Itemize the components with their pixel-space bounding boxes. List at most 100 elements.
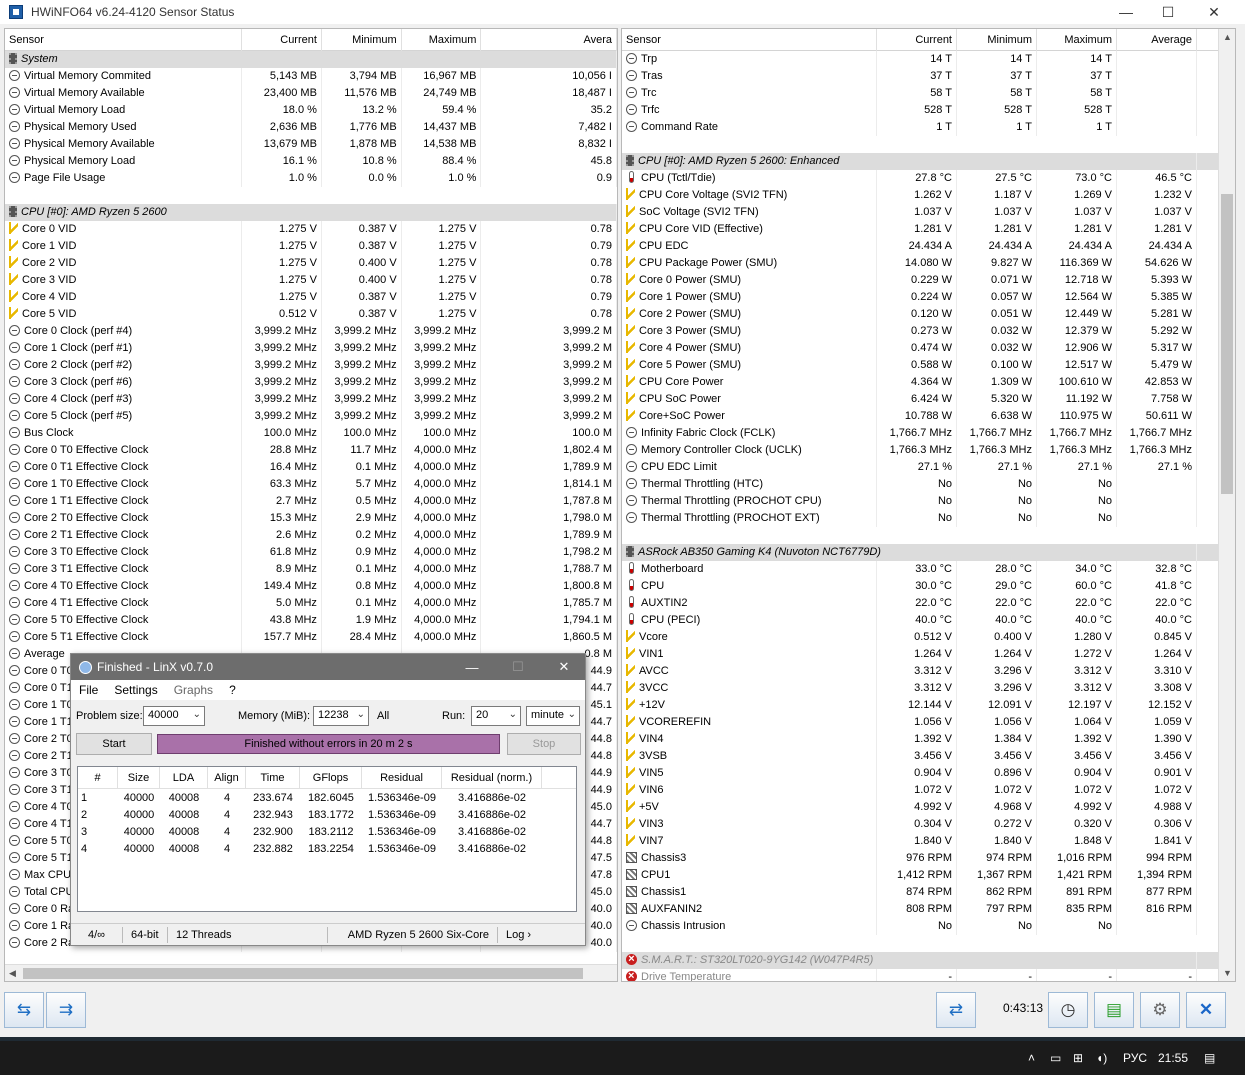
linx-close-button[interactable]: ✕ <box>541 654 587 680</box>
results-column-header[interactable]: LDA <box>160 767 208 789</box>
sensor-row[interactable]: Core 0 T1 Effective Clock 16.4 MHz 0.1 MHz… <box>5 459 617 476</box>
results-row[interactable]: 3 40000 40008 4 232.900 183.2112 1.536346e-09 3… <box>78 823 576 840</box>
close-x-icon[interactable]: ✕ <box>1186 992 1226 1028</box>
column-header-current[interactable]: Current <box>877 29 957 51</box>
sensor-row[interactable]: Core 4 Power (SMU) 0.474 W 0.032 W 12.906 W… <box>622 340 1235 357</box>
sensor-row[interactable]: Core 4 Clock (perf #3) 3,999.2 MHz 3,999.2… <box>5 391 617 408</box>
sensor-row[interactable]: CPU EDC 24.434 A 24.434 A 24.434 A 24.434 A <box>622 238 1235 255</box>
right-sensor-pane[interactable]: Sensor Current Minimum Maximum Average Trp 14… <box>621 28 1236 982</box>
sensor-row[interactable]: CPU 30.0 °C 29.0 °C 60.0 °C 41.8 °C <box>622 578 1235 595</box>
sensor-row[interactable]: Trfc 528 T 528 T 528 T <box>622 102 1235 119</box>
language-indicator[interactable]: РУС <box>1123 1051 1147 1065</box>
sensor-row[interactable]: Core 2 T0 Effective Clock 15.3 MHz 2.9 MHz… <box>5 510 617 527</box>
sensor-row[interactable]: CPU Core Power 4.364 W 1.309 W 100.610 W 42.… <box>622 374 1235 391</box>
sensor-group-header[interactable]: System <box>5 51 617 68</box>
all-checkbox[interactable]: All <box>377 710 389 722</box>
sensor-row[interactable]: VIN4 1.392 V 1.384 V 1.392 V 1.390 V <box>622 731 1235 748</box>
sensor-row[interactable]: Core 2 Power (SMU) 0.120 W 0.051 W 12.449 W… <box>622 306 1235 323</box>
sensor-row[interactable]: Bus Clock 100.0 MHz 100.0 MHz 100.0 MHz 100.… <box>5 425 617 442</box>
sensor-group-header[interactable]: CPU [#0]: AMD Ryzen 5 2600: Enhanced <box>622 153 1235 170</box>
sensor-row[interactable]: Core 1 T1 Effective Clock 2.7 MHz 0.5 MHz 4… <box>5 493 617 510</box>
run-unit-select[interactable]: minute ⌄ <box>526 706 580 726</box>
results-column-header[interactable]: Residual (norm.) <box>442 767 542 789</box>
results-row[interactable]: 4 40000 40008 4 232.882 183.2254 1.536346e-09 3… <box>78 840 576 857</box>
sensor-row[interactable]: Vcore 0.512 V 0.400 V 1.280 V 0.845 V <box>622 629 1235 646</box>
column-header-sensor[interactable]: Sensor <box>622 29 877 51</box>
column-header-maximum[interactable]: Maximum <box>1037 29 1117 51</box>
results-row[interactable]: 1 40000 40008 4 233.674 182.6045 1.536346e-09 3… <box>78 789 576 806</box>
problem-size-select[interactable]: 40000 ⌄ <box>143 706 205 726</box>
linx-maximize-button[interactable]: ☐ <box>495 654 541 680</box>
scroll-down-arrow[interactable]: ▼ <box>1223 968 1232 978</box>
sensor-row[interactable]: +12V 12.144 V 12.091 V 12.197 V 12.152 V <box>622 697 1235 714</box>
sensor-row[interactable]: Page File Usage 1.0 % 0.0 % 1.0 % 0.9 <box>5 170 617 187</box>
sensor-row[interactable]: Core 3 T1 Effective Clock 8.9 MHz 0.1 MHz 4… <box>5 561 617 578</box>
sensor-row[interactable]: Chassis Intrusion No No No <box>622 918 1235 935</box>
tray-chevron-icon[interactable]: ˄ <box>1028 1051 1035 1065</box>
column-header-avera[interactable]: Avera <box>481 29 617 51</box>
sensor-row[interactable]: Thermal Throttling (HTC) No No No <box>622 476 1235 493</box>
log-file-icon[interactable]: ▤ <box>1094 992 1134 1028</box>
sensor-row[interactable]: Virtual Memory Commited 5,143 MB 3,794 MB 1… <box>5 68 617 85</box>
sensor-row[interactable]: Virtual Memory Available 23,400 MB 11,576 … <box>5 85 617 102</box>
sensor-row[interactable]: 3VCC 3.312 V 3.296 V 3.312 V 3.308 V <box>622 680 1235 697</box>
sensor-row[interactable]: Core 2 Clock (perf #2) 3,999.2 MHz 3,999.2… <box>5 357 617 374</box>
sensor-row[interactable]: Core 5 T0 Effective Clock 43.8 MHz 1.9 MHz… <box>5 612 617 629</box>
sensor-row[interactable]: Memory Controller Clock (UCLK) 1,766.3 MH… <box>622 442 1235 459</box>
results-column-header[interactable]: Align <box>208 767 246 789</box>
sensor-row[interactable]: Core 2 VID 1.275 V 0.400 V 1.275 V 0.78 <box>5 255 617 272</box>
maximize-button[interactable]: ☐ <box>1145 0 1191 24</box>
minimize-button[interactable]: — <box>1103 0 1149 24</box>
sensor-row[interactable]: AUXFANIN2 808 RPM 797 RPM 835 RPM 816 RPM <box>622 901 1235 918</box>
sensor-row[interactable]: CPU EDC Limit 27.1 % 27.1 % 27.1 % 27.1 % <box>622 459 1235 476</box>
sensor-row[interactable]: Infinity Fabric Clock (FCLK) 1,766.7 MHz 1… <box>622 425 1235 442</box>
title-bar[interactable]: HWiNFO64 v6.24-4120 Sensor Status — ☐ ✕ <box>0 0 1245 24</box>
menu-help[interactable]: ? <box>221 683 244 697</box>
sensor-group-header[interactable]: ASRock AB350 Gaming K4 (Nuvoton NCT6779D… <box>622 544 1235 561</box>
sensor-row[interactable]: Core 4 VID 1.275 V 0.387 V 1.275 V 0.79 <box>5 289 617 306</box>
start-button[interactable]: Start <box>76 733 152 755</box>
network-tray-icon[interactable]: ⊞ <box>1073 1051 1083 1065</box>
sensor-row[interactable]: Trc 58 T 58 T 58 T <box>622 85 1235 102</box>
scrollbar-thumb[interactable] <box>1221 194 1233 494</box>
sensor-row[interactable]: CPU Core VID (Effective) 1.281 V 1.281 V 1.… <box>622 221 1235 238</box>
sensor-row[interactable]: Trp 14 T 14 T 14 T <box>622 51 1235 68</box>
menu-file[interactable]: File <box>71 683 106 697</box>
sensor-row[interactable]: Physical Memory Load 16.1 % 10.8 % 88.4 % 45… <box>5 153 617 170</box>
clock-reset-icon[interactable]: ◷ <box>1048 992 1088 1028</box>
sensor-row[interactable]: Core 5 T1 Effective Clock 157.7 MHz 28.4 M… <box>5 629 617 646</box>
settings-gear-icon[interactable]: ⚙ <box>1140 992 1180 1028</box>
monitor-icon[interactable]: ▭ <box>1050 1051 1061 1065</box>
sensor-row[interactable]: Core 1 Clock (perf #1) 3,999.2 MHz 3,999.2… <box>5 340 617 357</box>
sensor-row[interactable]: Chassis3 976 RPM 974 RPM 1,016 RPM 994 RPM <box>622 850 1235 867</box>
sensor-row[interactable]: Core 2 T1 Effective Clock 2.6 MHz 0.2 MHz 4… <box>5 527 617 544</box>
results-column-header[interactable]: GFlops <box>300 767 362 789</box>
results-column-header[interactable]: Residual <box>362 767 442 789</box>
sensor-row[interactable]: Core 5 Power (SMU) 0.588 W 0.100 W 12.517 W… <box>622 357 1235 374</box>
column-header-maximum[interactable]: Maximum <box>402 29 482 51</box>
sensor-row[interactable]: Core 0 Power (SMU) 0.229 W 0.071 W 12.718 W… <box>622 272 1235 289</box>
sensor-row[interactable]: CPU SoC Power 6.424 W 5.320 W 11.192 W 7.758… <box>622 391 1235 408</box>
close-button[interactable]: ✕ <box>1191 0 1237 24</box>
sensor-row[interactable]: Thermal Throttling (PROCHOT EXT) No No No <box>622 510 1235 527</box>
sensor-row[interactable]: Chassis1 874 RPM 862 RPM 891 RPM 877 RPM <box>622 884 1235 901</box>
sensor-row[interactable]: CPU1 1,412 RPM 1,367 RPM 1,421 RPM 1,394 RPM <box>622 867 1235 884</box>
log-button[interactable]: Log › <box>498 927 539 943</box>
sensor-row[interactable]: Tras 37 T 37 T 37 T <box>622 68 1235 85</box>
sensor-row[interactable]: +5V 4.992 V 4.968 V 4.992 V 4.988 V <box>622 799 1235 816</box>
sensor-row[interactable]: Motherboard 33.0 °C 28.0 °C 34.0 °C 32.8 °C <box>622 561 1235 578</box>
layout-toggle-icon[interactable]: ⇉ <box>46 992 86 1028</box>
sensor-row[interactable]: Command Rate 1 T1 T1 T <box>622 119 1235 136</box>
sensor-row[interactable]: Core 4 T0 Effective Clock 149.4 MHz 0.8 MH… <box>5 578 617 595</box>
sensor-group-header[interactable]: CPU [#0]: AMD Ryzen 5 2600 <box>5 204 617 221</box>
column-header-average[interactable]: Average <box>1117 29 1197 51</box>
right-vertical-scrollbar[interactable]: ▲ ▼ <box>1218 29 1235 981</box>
right-column-header[interactable]: Sensor Current Minimum Maximum Average <box>622 29 1235 51</box>
scroll-up-arrow[interactable]: ▲ <box>1223 32 1232 42</box>
sensor-row[interactable]: VCOREREFIN 1.056 V 1.056 V 1.064 V 1.059 V <box>622 714 1235 731</box>
run-count-select[interactable]: 20 ⌄ <box>471 706 521 726</box>
left-column-header[interactable]: Sensor Current Minimum Maximum Avera <box>5 29 617 51</box>
scroll-left-arrow[interactable]: ◀ <box>9 968 16 979</box>
sensor-row[interactable]: VIN1 1.264 V 1.264 V 1.272 V 1.264 V <box>622 646 1235 663</box>
sensor-row[interactable]: VIN3 0.304 V 0.272 V 0.320 V 0.306 V <box>622 816 1235 833</box>
